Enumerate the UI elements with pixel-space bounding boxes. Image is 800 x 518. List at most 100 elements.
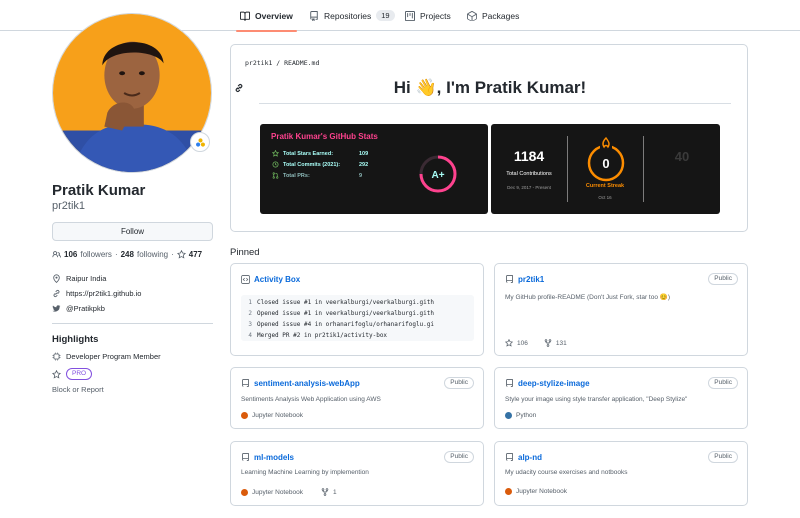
pinned-name[interactable]: ml-models: [254, 453, 294, 462]
pinned-description: My udacity course exercises and notbooks: [505, 469, 628, 476]
readme-path[interactable]: pr2tik1 / README.md: [245, 59, 319, 67]
language-label: Jupyter Notebook: [516, 488, 567, 495]
highlight-program-label: Developer Program Member: [66, 352, 161, 361]
readme-heading: Hi 👋, I'm Pratik Kumar!: [393, 78, 587, 97]
line-text: Merged PR #2 in pr2tik1/activity-box: [257, 332, 388, 339]
followers-label[interactable]: followers: [80, 250, 112, 259]
link-icon: [53, 289, 60, 298]
forks-count[interactable]: 1: [333, 489, 337, 496]
pinned-name[interactable]: alp-nd: [518, 453, 542, 462]
avatar[interactable]: [52, 13, 212, 173]
language-color-dot: [505, 412, 512, 419]
pinned-meta: Jupyter Notebook: [241, 412, 303, 419]
pinned-meta: 106 131: [505, 339, 567, 347]
github-stats-card[interactable]: Pratik Kumar's GitHub Stats Total Stars …: [260, 124, 488, 214]
followers-count[interactable]: 106: [64, 250, 77, 259]
forks-count[interactable]: 131: [556, 340, 567, 347]
pinned-card-ml-models: ml-models Public Learning Machine Learni…: [230, 441, 484, 506]
line-number: 2: [248, 310, 252, 317]
current-streak-ring: 0: [587, 136, 625, 182]
stats-card-title: Pratik Kumar's GitHub Stats: [271, 132, 378, 141]
book-icon: [240, 11, 250, 21]
tab-repositories[interactable]: Repositories 19: [309, 0, 395, 31]
line-number: 1: [248, 299, 252, 306]
tab-packages[interactable]: Packages: [467, 0, 519, 31]
star-icon: [272, 150, 279, 157]
website-link[interactable]: https://pr2tik1.github.io: [66, 289, 141, 298]
github-streak-card[interactable]: 1184 Total Contributions Dec 9, 2017 - P…: [491, 124, 720, 214]
status-emoji-icon: [195, 137, 205, 147]
twitter-icon: [52, 305, 61, 312]
pinned-name[interactable]: deep-stylize-image: [518, 379, 590, 388]
highlight-developer-program: Developer Program Member: [52, 352, 161, 361]
stars-count[interactable]: 106: [517, 340, 528, 347]
fork-icon: [321, 488, 329, 496]
current-streak-label: Current Streak: [585, 183, 625, 189]
line-text: Opened issue #1 in veerkalburgi/veerkalb…: [257, 310, 435, 317]
block-or-report-link[interactable]: Block or Report: [52, 385, 104, 394]
follow-stats: 106 followers · 248 following · 477: [52, 250, 202, 259]
stat-commits-label: Total Commits (2021):: [283, 161, 341, 168]
current-streak-value: 0: [602, 156, 609, 171]
sidebar-divider: [52, 323, 213, 324]
stat-stars: Total Stars Earned: 109: [272, 150, 368, 157]
pinned-name[interactable]: pr2tik1: [518, 275, 544, 284]
visibility-badge: Public: [708, 273, 738, 285]
package-icon: [467, 10, 477, 21]
dot-separator: ·: [171, 250, 174, 259]
language-label: Jupyter Notebook: [252, 412, 303, 419]
location-text: Raipur India: [66, 274, 107, 283]
tab-packages-label: Packages: [482, 10, 520, 21]
code-square-icon: [241, 275, 250, 284]
repo-icon: [506, 275, 513, 283]
following-count[interactable]: 248: [121, 250, 134, 259]
tab-repositories-label: Repositories: [324, 10, 372, 21]
people-icon: [52, 251, 61, 258]
language-label: Jupyter Notebook: [252, 488, 303, 496]
stat-commits: Total Commits (2021): 292: [272, 161, 368, 168]
repo-icon: [506, 379, 513, 387]
repo-icon: [310, 10, 318, 21]
total-contributions-value: 1184: [513, 148, 545, 164]
pinned-card-activity-box: Activity Box 1 Closed issue #1 in veerkal…: [230, 263, 484, 356]
pinned-description: My GitHub profile-README (Don't Just For…: [505, 294, 671, 301]
pinned-card-pr2tik1: pr2tik1 Public My GitHub profile-README …: [494, 263, 748, 356]
stat-commits-value: 292: [359, 161, 369, 168]
tab-overview-label: Overview: [255, 10, 293, 21]
profile-username: pr2tik1: [52, 200, 86, 212]
longest-streak-value: 40: [674, 149, 690, 164]
tab-projects[interactable]: Projects: [405, 0, 451, 31]
pinned-card-sentiment-analysis: sentiment-analysis-webApp Public Sentime…: [230, 367, 484, 429]
pinned-name[interactable]: sentiment-analysis-webApp: [254, 379, 360, 388]
line-text: Opened issue #4 in orhanarifoglu/orhanar…: [257, 321, 435, 328]
history-icon: [272, 161, 279, 168]
visibility-badge: Public: [708, 451, 738, 463]
status-bubble[interactable]: [190, 132, 210, 152]
stat-prs: Total PRs: 9: [272, 172, 362, 179]
language-color-dot: [241, 412, 248, 419]
following-label[interactable]: following: [137, 250, 168, 259]
twitter-handle[interactable]: @Pratikpkb: [66, 304, 105, 313]
code-line: 2 Opened issue #1 in veerkalburgi/veerkal…: [247, 310, 434, 317]
pinned-name[interactable]: Activity Box: [254, 275, 300, 284]
twitter-row: @Pratikpkb: [52, 304, 105, 313]
repo-icon: [242, 453, 249, 461]
tab-overview[interactable]: Overview: [236, 0, 297, 32]
stat-prs-label: Total PRs:: [283, 172, 310, 179]
pinned-meta: Python: [505, 412, 536, 419]
stat-prs-value: 9: [359, 172, 363, 179]
star-icon: [52, 369, 61, 379]
gist-code-preview: 1 Closed issue #1 in veerkalburgi/veerkal…: [241, 295, 474, 341]
total-contributions-label: Total Contributions: [506, 171, 552, 177]
avatar-image: [53, 14, 211, 172]
pinned-card-deep-stylize-image: deep-stylize-image Public Style your ima…: [494, 367, 748, 429]
pinned-heading: Pinned: [230, 247, 260, 258]
stars-count[interactable]: 477: [189, 250, 202, 259]
code-line: 4 Merged PR #2 in pr2tik1/activity-box: [247, 332, 387, 339]
rank-grade: A+: [431, 170, 444, 181]
repo-icon: [242, 379, 249, 387]
line-number: 4: [248, 332, 252, 339]
visibility-badge: Public: [444, 377, 474, 389]
highlight-pro: PRO: [52, 368, 93, 380]
follow-button[interactable]: Follow: [52, 222, 213, 241]
